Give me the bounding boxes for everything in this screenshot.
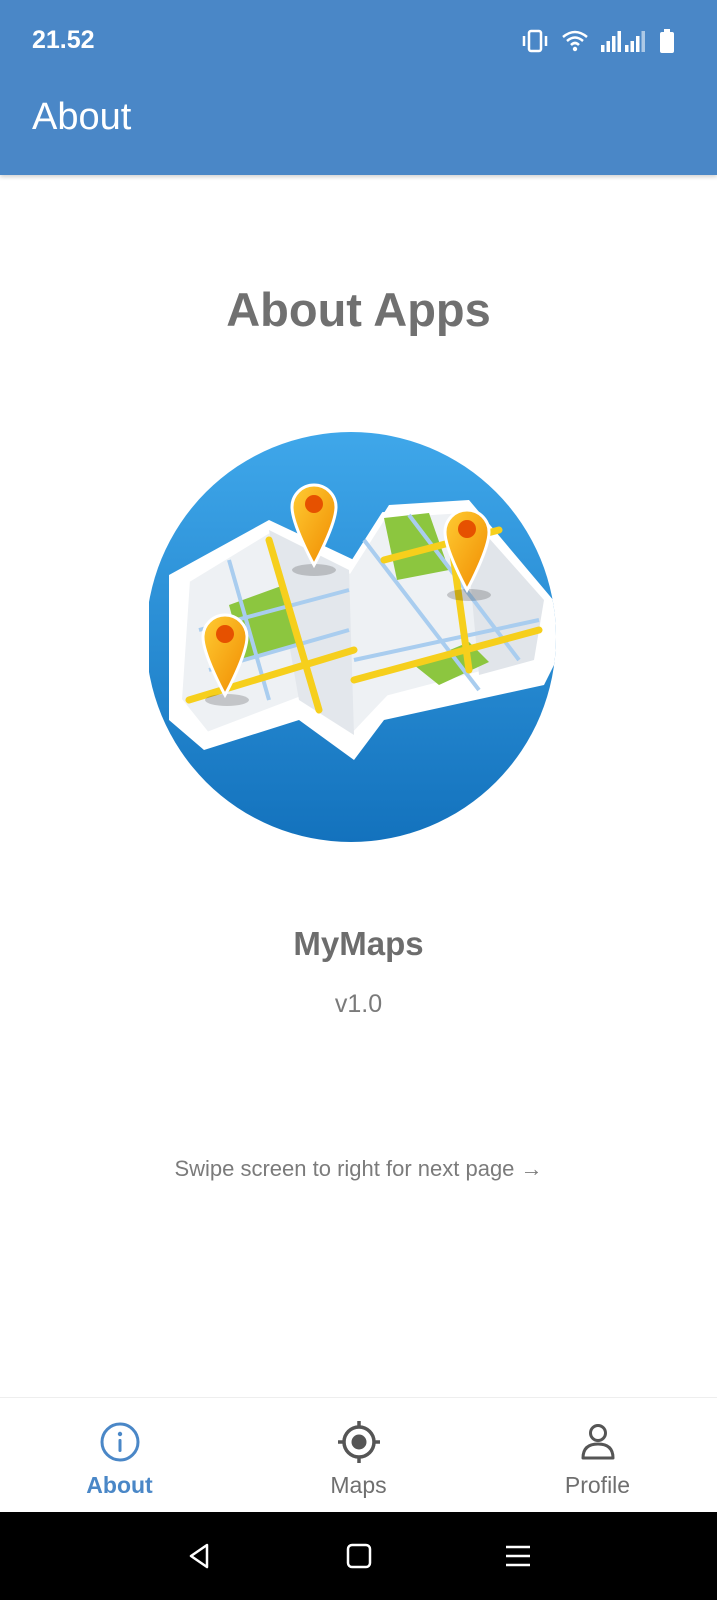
content-title: About Apps [226,283,491,336]
system-home-button[interactable] [337,1534,381,1578]
nav-item-maps[interactable]: Maps [239,1398,478,1512]
system-back-button[interactable] [178,1534,222,1578]
battery-icon [660,29,674,53]
location-target-icon [337,1421,380,1463]
app-version: v1.0 [334,990,383,1018]
person-icon [581,1424,614,1460]
info-icon [100,1422,139,1462]
nav-item-profile[interactable]: Profile [478,1398,717,1512]
vibrate-icon [522,29,548,53]
app-bar: 21.52 About [0,0,717,175]
wifi-icon [562,30,588,52]
nav-label-about: About [86,1472,153,1498]
map-with-pins-illustration [146,430,589,850]
bottom-navigation: About Maps Profile [0,1397,717,1512]
swipe-hint: Swipe screen to right for next page → [174,1156,543,1181]
system-menu-button[interactable] [496,1534,540,1578]
nav-label-maps: Maps [330,1472,387,1498]
system-navigation-bar [0,1512,717,1600]
nav-item-about[interactable]: About [0,1398,239,1512]
menu-icon [505,1545,530,1567]
about-screen: 21.52 About About Apps MyMaps v1.0 Swipe… [0,0,717,1600]
home-icon [346,1543,371,1569]
status-icons [521,26,675,56]
page-title: About [32,96,132,138]
signal-icon [601,31,645,52]
status-time: 21.52 [32,26,95,54]
nav-label-profile: Profile [564,1472,631,1498]
app-name: MyMaps [293,925,424,962]
back-icon [189,1543,208,1569]
